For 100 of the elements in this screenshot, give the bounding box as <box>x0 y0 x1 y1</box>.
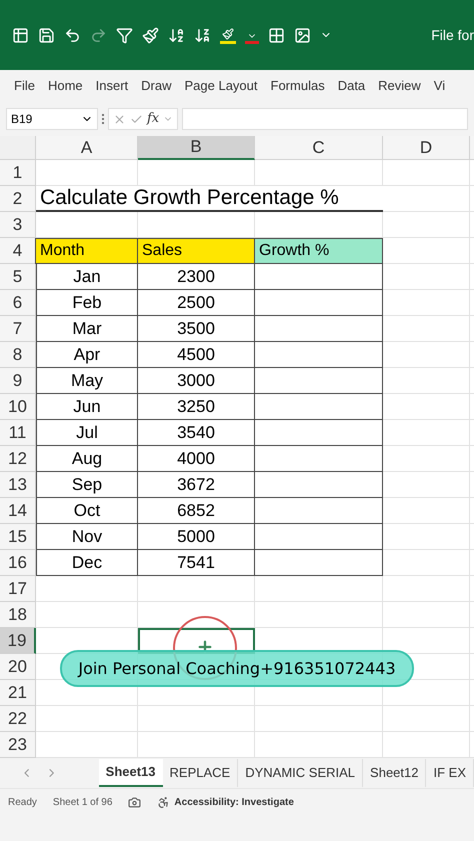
row-header[interactable]: 9 <box>0 368 36 394</box>
sort-descending-icon[interactable] <box>194 26 211 44</box>
table-cell: Oct <box>36 498 138 524</box>
empty-cell[interactable] <box>383 290 470 316</box>
empty-cell[interactable] <box>383 394 470 420</box>
empty-cell[interactable] <box>383 472 470 498</box>
row-header[interactable]: 1 <box>0 160 36 186</box>
table-cell: Jan <box>36 264 138 290</box>
row-header[interactable]: 22 <box>0 706 36 732</box>
row-header[interactable]: 11 <box>0 420 36 446</box>
function-button[interactable]: fx <box>147 109 160 129</box>
title-cell[interactable]: Calculate Growth Percentage % <box>36 186 383 212</box>
empty-cell[interactable] <box>383 368 470 394</box>
ribbon-tab[interactable]: Insert <box>96 76 128 96</box>
empty-cell[interactable] <box>138 576 255 602</box>
row-header[interactable]: 20 <box>0 654 36 680</box>
empty-cell[interactable] <box>383 576 470 602</box>
column-header[interactable]: C <box>255 136 383 160</box>
empty-cell[interactable] <box>383 316 470 342</box>
empty-cell[interactable] <box>138 706 255 732</box>
enter-icon[interactable] <box>130 112 143 126</box>
empty-cell[interactable] <box>383 160 470 186</box>
sheet-tab[interactable]: Sheet13 <box>98 759 163 787</box>
ribbon-tab[interactable]: Vi <box>434 76 446 96</box>
undo-icon[interactable] <box>64 26 81 44</box>
row-header[interactable]: 2 <box>0 186 36 212</box>
row-header[interactable]: 7 <box>0 316 36 342</box>
empty-cell[interactable] <box>383 524 470 550</box>
table-icon[interactable] <box>268 26 285 44</box>
empty-cell[interactable] <box>383 498 470 524</box>
row-header[interactable]: 16 <box>0 550 36 576</box>
sort-ascending-icon[interactable] <box>168 26 185 44</box>
column-header[interactable] <box>470 136 474 160</box>
empty-cell[interactable] <box>383 550 470 576</box>
empty-cell[interactable] <box>383 602 470 628</box>
row-header[interactable]: 18 <box>0 602 36 628</box>
accessibility-status[interactable]: Accessibility: Investigate <box>174 794 294 810</box>
empty-cell[interactable] <box>383 706 470 732</box>
formula-input[interactable] <box>182 108 468 130</box>
sheet-tab[interactable]: REPLACE <box>162 759 238 787</box>
row-header[interactable]: 12 <box>0 446 36 472</box>
row-header[interactable]: 21 <box>0 680 36 706</box>
row-header[interactable]: 10 <box>0 394 36 420</box>
ribbon-tab[interactable]: Page Layout <box>184 76 258 96</box>
ribbon-tab[interactable]: Draw <box>141 76 172 96</box>
sheet-tab[interactable]: DYNAMIC SERIAL <box>238 759 364 787</box>
ribbon-tab[interactable]: Data <box>338 76 366 96</box>
row-header[interactable]: 17 <box>0 576 36 602</box>
row-header[interactable]: 13 <box>0 472 36 498</box>
ribbon-tab[interactable]: Formulas <box>270 76 325 96</box>
row-header[interactable]: 19 <box>0 628 36 654</box>
row-header[interactable]: 23 <box>0 732 36 758</box>
table-cell: Jun <box>36 394 138 420</box>
table-cell: 7541 <box>138 550 255 576</box>
row-header[interactable]: 5 <box>0 264 36 290</box>
brush-icon[interactable] <box>142 26 159 44</box>
sheet-count: Sheet 1 of 96 <box>52 796 112 810</box>
row-header[interactable]: 8 <box>0 342 36 368</box>
row-header[interactable]: 3 <box>0 212 36 238</box>
picture-icon[interactable] <box>294 26 311 44</box>
column-header[interactable]: B <box>138 136 255 160</box>
select-all-corner[interactable] <box>0 136 36 160</box>
excel-icon[interactable] <box>12 26 29 44</box>
accessibility-icon[interactable] <box>157 796 170 808</box>
empty-cell[interactable] <box>255 602 383 628</box>
table-cell: 3672 <box>138 472 255 498</box>
empty-cell[interactable] <box>383 420 470 446</box>
save-icon[interactable] <box>38 26 55 44</box>
empty-cell[interactable] <box>383 264 470 290</box>
empty-cell[interactable] <box>383 186 470 212</box>
row-header[interactable]: 14 <box>0 498 36 524</box>
table-cell: Mar <box>36 316 138 342</box>
table-cell: Sep <box>36 472 138 498</box>
empty-cell[interactable] <box>383 342 470 368</box>
row-header[interactable]: 15 <box>0 524 36 550</box>
empty-cell[interactable] <box>383 212 470 238</box>
ribbon-tab[interactable]: Review <box>378 76 421 96</box>
empty-cell[interactable] <box>255 706 383 732</box>
sheet-tab[interactable]: Sheet12 <box>363 759 426 787</box>
ribbon-tab[interactable]: Home <box>48 76 83 96</box>
row-header[interactable]: 4 <box>0 238 36 264</box>
empty-cell[interactable] <box>255 576 383 602</box>
empty-cell[interactable] <box>255 160 383 186</box>
empty-cell[interactable] <box>138 160 255 186</box>
camera-icon[interactable] <box>128 796 142 808</box>
fill-color-icon[interactable] <box>220 26 236 44</box>
name-box[interactable]: B19 <box>6 108 98 130</box>
table-cell: 6852 <box>138 498 255 524</box>
cancel-icon[interactable] <box>113 112 126 126</box>
column-header[interactable]: D <box>383 136 470 160</box>
column-header[interactable]: A <box>36 136 138 160</box>
filter-icon[interactable] <box>116 26 133 44</box>
sheet-tab[interactable]: IF EX <box>426 759 474 787</box>
table-cell: 3000 <box>138 368 255 394</box>
empty-cell[interactable] <box>383 446 470 472</box>
empty-cell[interactable] <box>138 602 255 628</box>
table-cell: Aug <box>36 446 138 472</box>
row-header[interactable]: 6 <box>0 290 36 316</box>
ribbon-tab[interactable]: File <box>14 76 35 96</box>
status-text: Ready <box>8 796 37 810</box>
